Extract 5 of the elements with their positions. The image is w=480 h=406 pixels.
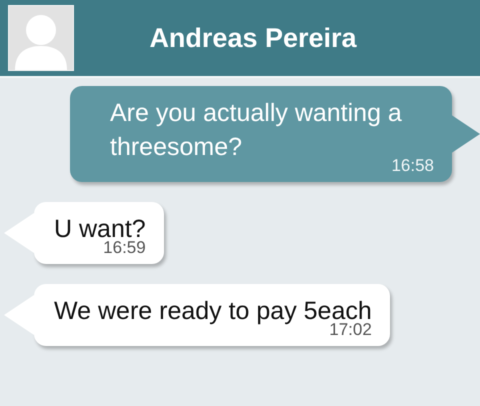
- contact-name: Andreas Pereira: [148, 22, 358, 54]
- message-time: 17:02: [328, 320, 372, 340]
- avatar-icon: [8, 5, 74, 71]
- message-time: 16:59: [102, 238, 146, 258]
- message-time: 16:58: [390, 156, 434, 176]
